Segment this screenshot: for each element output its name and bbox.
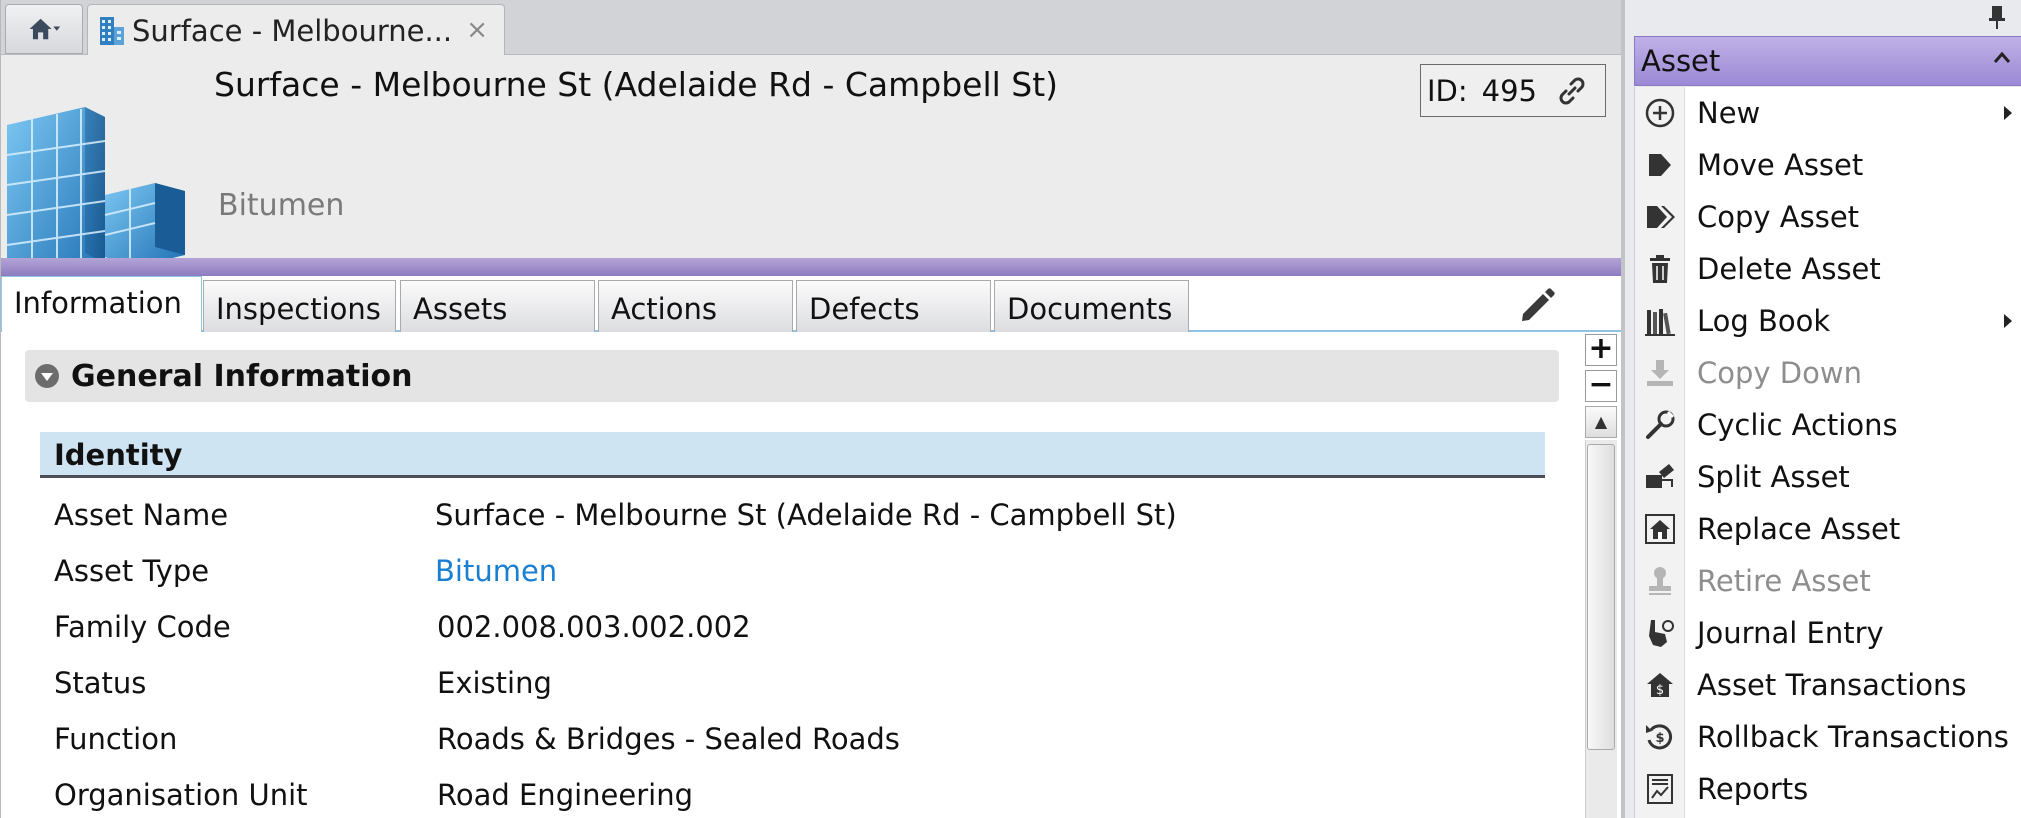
document-tab-strip: Surface - Melbourne... × <box>1 0 1622 56</box>
field-value-asset-type-link[interactable]: Bitumen <box>435 554 557 588</box>
field-label-organisation-unit: Organisation Unit <box>54 778 308 812</box>
document-tab-title: Surface - Melbourne... <box>132 13 453 48</box>
asset-header: Surface - Melbourne St (Adelaide Rd - Ca… <box>1 55 1622 291</box>
menu-item-split-asset[interactable]: Split Asset <box>1635 451 2021 503</box>
home-icon <box>29 18 61 40</box>
field-label-function: Function <box>54 722 178 756</box>
menu-item-label: Delete Asset <box>1697 252 1881 286</box>
menu-item-rollback-transactions[interactable]: $ Rollback Transactions <box>1635 711 2021 763</box>
menu-item-label: Copy Down <box>1697 356 1862 390</box>
section-title: General Information <box>71 358 413 394</box>
menu-item-label: Reports <box>1697 772 1809 806</box>
edit-pencil-icon[interactable] <box>1517 284 1559 326</box>
header-accent-strip <box>1 258 1622 276</box>
report-chart-icon <box>1647 774 1673 804</box>
submenu-arrow-icon <box>2004 106 2012 120</box>
tab-information[interactable]: Information <box>1 276 202 334</box>
link-icon[interactable] <box>1555 74 1589 108</box>
asset-menu: New Move Asset Copy Asset Delete Asset L… <box>1634 87 2021 818</box>
tab-assets[interactable]: Assets <box>400 280 595 332</box>
asset-actions-pane: Asset New Move Asset Copy Asset Delete A… <box>1621 0 2021 818</box>
identity-group-header: Identity <box>40 432 1545 478</box>
field-label-asset-name: Asset Name <box>54 498 229 532</box>
asset-title: Surface - Melbourne St (Adelaide Rd - Ca… <box>214 65 1059 104</box>
tab-actions[interactable]: Actions <box>598 280 793 332</box>
field-value-organisation-unit: Road Engineering <box>437 778 693 812</box>
asset-id-box: ID: 495 <box>1420 64 1606 117</box>
field-value-asset-name: Surface - Melbourne St (Adelaide Rd - Ca… <box>435 498 1177 532</box>
scroll-thumb[interactable] <box>1587 444 1615 750</box>
submenu-arrow-icon <box>2004 314 2012 328</box>
field-label-family-code: Family Code <box>54 610 231 644</box>
split-icon <box>1646 464 1674 488</box>
menu-item-asset-transactions[interactable]: $ Asset Transactions <box>1635 659 2021 711</box>
collapse-all-button[interactable]: − <box>1585 370 1617 402</box>
rollback-dollar-icon: $ <box>1646 724 1673 750</box>
expand-all-button[interactable]: + <box>1585 334 1617 366</box>
building-icon <box>100 16 124 45</box>
menu-item-label: Journal Entry <box>1697 616 1884 650</box>
trash-icon <box>1650 255 1670 283</box>
main-pane: Surface - Melbourne... × Surface - Melbo… <box>0 0 1622 818</box>
menu-item-label: Replace Asset <box>1697 512 1901 546</box>
menu-item-label: New <box>1697 96 1761 130</box>
id-label: ID: <box>1427 73 1468 108</box>
menu-item-label: Split Asset <box>1697 460 1850 494</box>
asset-subtitle: Bitumen <box>218 188 345 223</box>
information-panel: General Information Identity Asset Name … <box>1 332 1622 818</box>
menu-item-replace-asset[interactable]: Replace Asset <box>1635 503 2021 555</box>
home-menu-button[interactable] <box>5 4 83 54</box>
menu-item-delete-asset[interactable]: Delete Asset <box>1635 243 2021 295</box>
asset-menu-header[interactable]: Asset <box>1634 36 2021 86</box>
id-value: 495 <box>1481 73 1538 108</box>
menu-item-copy-asset[interactable]: Copy Asset <box>1635 191 2021 243</box>
svg-text:$: $ <box>1656 683 1664 698</box>
field-label-asset-type: Asset Type <box>54 554 210 588</box>
content-tab-bar: Information Inspections Assets Actions D… <box>1 276 1622 334</box>
menu-item-cyclic-actions[interactable]: Cyclic Actions <box>1635 399 2021 451</box>
asset-menu-title: Asset <box>1641 44 1721 78</box>
svg-text:$: $ <box>1655 731 1664 746</box>
close-tab-icon[interactable]: × <box>466 15 488 45</box>
menu-item-label: Rollback Transactions <box>1697 720 2009 754</box>
field-label-status: Status <box>54 666 147 700</box>
menu-item-reports[interactable]: Reports <box>1635 763 2021 815</box>
menu-item-label: Asset Transactions <box>1697 668 1967 702</box>
download-tray-icon <box>1647 360 1673 386</box>
pin-icon[interactable] <box>1987 4 2007 30</box>
general-information-section[interactable]: General Information <box>25 350 1559 402</box>
chevron-up-icon[interactable] <box>1991 47 2013 69</box>
field-value-family-code: 002.008.003.002.002 <box>437 610 751 644</box>
field-value-status: Existing <box>437 666 552 700</box>
menu-item-label: Copy Asset <box>1697 200 1860 234</box>
vertical-scrollbar: + − ▲ <box>1583 332 1620 818</box>
field-value-function: Roads & Bridges - Sealed Roads <box>437 722 900 756</box>
menu-item-label: Retire Asset <box>1697 564 1871 598</box>
stamp-icon <box>1649 567 1671 595</box>
menu-item-label: Move Asset <box>1697 148 1864 182</box>
scroll-up-button[interactable]: ▲ <box>1585 406 1617 438</box>
menu-item-new[interactable]: New <box>1635 87 2021 139</box>
tab-documents[interactable]: Documents <box>994 280 1189 332</box>
books-icon <box>1645 309 1675 336</box>
copy-arrow-icon <box>1647 206 1675 228</box>
menu-item-retire-asset[interactable]: Retire Asset <box>1635 555 2021 607</box>
hand-coin-icon <box>1649 620 1674 647</box>
menu-item-move-asset[interactable]: Move Asset <box>1635 139 2021 191</box>
menu-item-log-book[interactable]: Log Book <box>1635 295 2021 347</box>
menu-item-copy-down[interactable]: Copy Down <box>1635 347 2021 399</box>
house-dollar-icon: $ <box>1647 673 1673 698</box>
house-replace-icon <box>1645 514 1675 544</box>
move-arrow-icon <box>1649 154 1671 176</box>
wrench-icon <box>1646 410 1675 439</box>
tab-inspections[interactable]: Inspections <box>203 280 396 332</box>
menu-item-label: Cyclic Actions <box>1697 408 1898 442</box>
plus-circle-icon <box>1645 98 1675 128</box>
document-tab[interactable]: Surface - Melbourne... × <box>87 4 505 56</box>
tab-defects[interactable]: Defects <box>796 280 991 332</box>
menu-item-journal-entry[interactable]: Journal Entry <box>1635 607 2021 659</box>
menu-item-label: Log Book <box>1697 304 1831 338</box>
collapse-chevron-icon[interactable] <box>33 362 61 390</box>
